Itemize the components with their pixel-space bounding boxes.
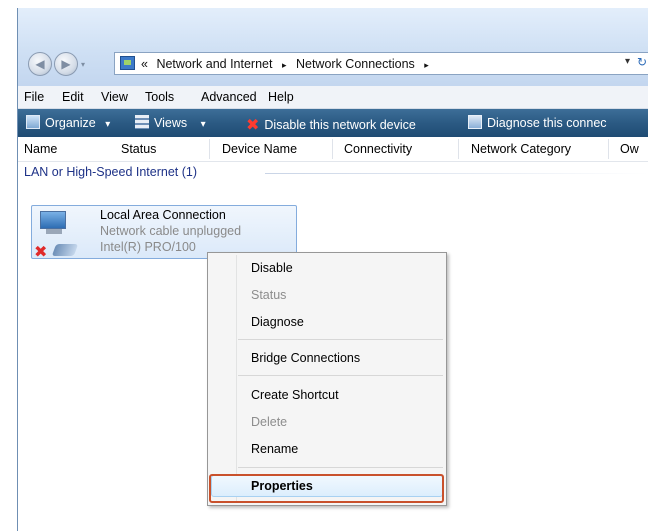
views-label: Views [154,116,188,130]
breadcrumb-separator-icon[interactable]: ▸ [282,60,287,70]
group-header[interactable]: LAN or High-Speed Internet (1) [24,165,197,179]
organize-label: Organize [45,116,96,130]
breadcrumb-separator-icon[interactable]: ▸ [424,60,429,70]
menu-view[interactable]: View [101,90,128,104]
disconnected-x-icon: ✖ [34,244,48,261]
column-divider[interactable] [332,139,333,159]
menu-item-delete[interactable]: Delete [251,415,287,429]
diagnose-connection-label: Diagnose this connec [487,116,607,130]
menu-separator [238,375,443,376]
back-button[interactable]: ◀ [28,52,52,76]
connection-name: Local Area Connection [100,208,226,222]
monitor-base [46,229,62,234]
menu-bar: File Edit View Tools Advanced Help [18,86,648,109]
menu-item-diagnose[interactable]: Diagnose [251,315,304,329]
menu-separator [238,339,443,340]
organize-icon [26,115,40,129]
menu-item-bridge-connections[interactable]: Bridge Connections [251,351,360,365]
menu-gutter [236,255,237,503]
menu-item-create-shortcut[interactable]: Create Shortcut [251,388,339,402]
network-cable-icon [51,244,79,256]
column-header-row: Name Status Device Name Connectivity Net… [18,137,648,162]
address-dropdown-icon[interactable]: ▾ [625,56,630,67]
highlight-box [209,474,444,503]
menu-help[interactable]: Help [268,90,294,104]
organize-dropdown-icon: ▾ [105,119,111,130]
network-folder-icon [120,56,135,70]
column-owner[interactable]: Ow [620,142,639,156]
views-dropdown-icon: ▾ [200,119,206,130]
back-arrow-icon: ◀ [35,57,45,71]
column-divider[interactable] [608,139,609,159]
group-divider [265,173,648,174]
red-x-icon: ✖ [246,117,260,134]
connection-status: Network cable unplugged [100,224,242,238]
menu-tools[interactable]: Tools [145,90,174,104]
forward-button[interactable]: ▶ [54,52,78,76]
forward-arrow-icon: ▶ [61,57,71,71]
disable-device-button[interactable]: ✖ Disable this network device [246,115,416,135]
column-device-name[interactable]: Device Name [222,142,297,156]
recent-pages-dropdown-icon[interactable]: ▾ [81,60,89,69]
menu-separator [238,467,443,468]
address-field[interactable]: « Network and Internet ▸ Network Connect… [114,52,648,75]
column-connectivity[interactable]: Connectivity [344,142,412,156]
column-network-category[interactable]: Network Category [471,142,571,156]
menu-item-status[interactable]: Status [251,288,286,302]
menu-file[interactable]: File [24,90,44,104]
connection-item[interactable]: ✖ Local Area Connection Network cable un… [31,205,297,261]
menu-edit[interactable]: Edit [62,90,84,104]
diagnose-connection-button[interactable]: Diagnose this connec [468,115,607,130]
column-divider[interactable] [458,139,459,159]
refresh-icon[interactable]: ↻ [637,55,647,69]
column-status[interactable]: Status [121,142,156,156]
views-icon [135,115,149,129]
connection-device: Intel(R) PRO/100 [100,240,196,254]
context-menu: Disable Status Diagnose Bridge Connectio… [207,252,447,506]
organize-button[interactable]: Organize ▾ [26,115,110,130]
monitor-screen [40,211,66,229]
command-toolbar: Organize ▾ Views ▾ ✖ Disable this network… [18,109,648,137]
breadcrumb-network-and-internet[interactable]: Network and Internet [156,57,272,71]
column-divider[interactable] [209,139,210,159]
diagnose-icon [468,115,482,129]
breadcrumb: « Network and Internet ▸ Network Connect… [141,57,435,71]
breadcrumb-network-connections[interactable]: Network Connections [296,57,415,71]
column-name[interactable]: Name [24,142,57,156]
computer-icon [38,211,70,237]
menu-advanced[interactable]: Advanced [201,90,257,104]
disable-device-label: Disable this network device [264,118,416,132]
menu-item-rename[interactable]: Rename [251,442,298,456]
views-button[interactable]: Views ▾ [135,115,206,130]
breadcrumb-prefix[interactable]: « [141,57,148,71]
menu-item-disable[interactable]: Disable [251,261,293,275]
address-bar-area: ◀ ▶ ▾ « Network and Internet ▸ Network C… [18,8,648,86]
